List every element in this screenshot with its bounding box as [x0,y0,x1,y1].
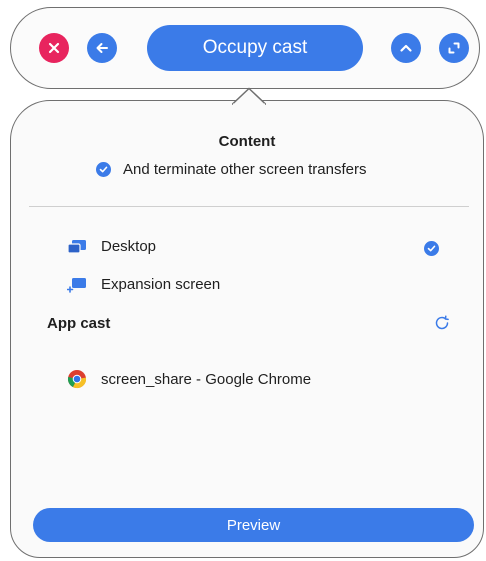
app-label-chrome: screen_share - Google Chrome [101,370,312,388]
source-label-expansion: Expansion screen [101,276,221,293]
desktop-icon [67,239,86,254]
cast-panel: Content And terminate other screen trans… [10,100,484,558]
terminate-option[interactable]: And terminate other screen transfers [96,161,366,178]
chevron-up-icon [400,44,412,52]
close-icon [48,42,60,54]
collapse-button[interactable] [391,33,421,63]
source-item-desktop[interactable]: Desktop [67,238,156,255]
check-circle-icon [96,162,111,177]
refresh-icon[interactable] [433,314,451,332]
terminate-label: And terminate other screen transfers [123,161,367,178]
content-title: Content [218,133,276,150]
close-button[interactable] [39,33,69,63]
arrow-left-icon [96,43,108,53]
selected-check-icon [424,241,439,256]
cast-toolbar: Occupy cast [10,7,480,89]
app-item-chrome[interactable]: screen_share - Google Chrome [67,369,311,389]
app-cast-title: App cast [47,315,111,332]
expand-icon [448,42,460,54]
back-button[interactable] [87,33,117,63]
source-label-desktop: Desktop [101,238,157,255]
panel-pointer [232,87,266,105]
fullscreen-button[interactable] [439,33,469,63]
chrome-icon [67,370,87,389]
preview-button[interactable]: Preview [33,508,474,542]
occupy-cast-button[interactable]: Occupy cast [147,25,363,71]
source-item-expansion-screen[interactable]: Expansion screen [67,276,220,293]
expansion-screen-icon [67,277,86,293]
divider [29,206,469,207]
